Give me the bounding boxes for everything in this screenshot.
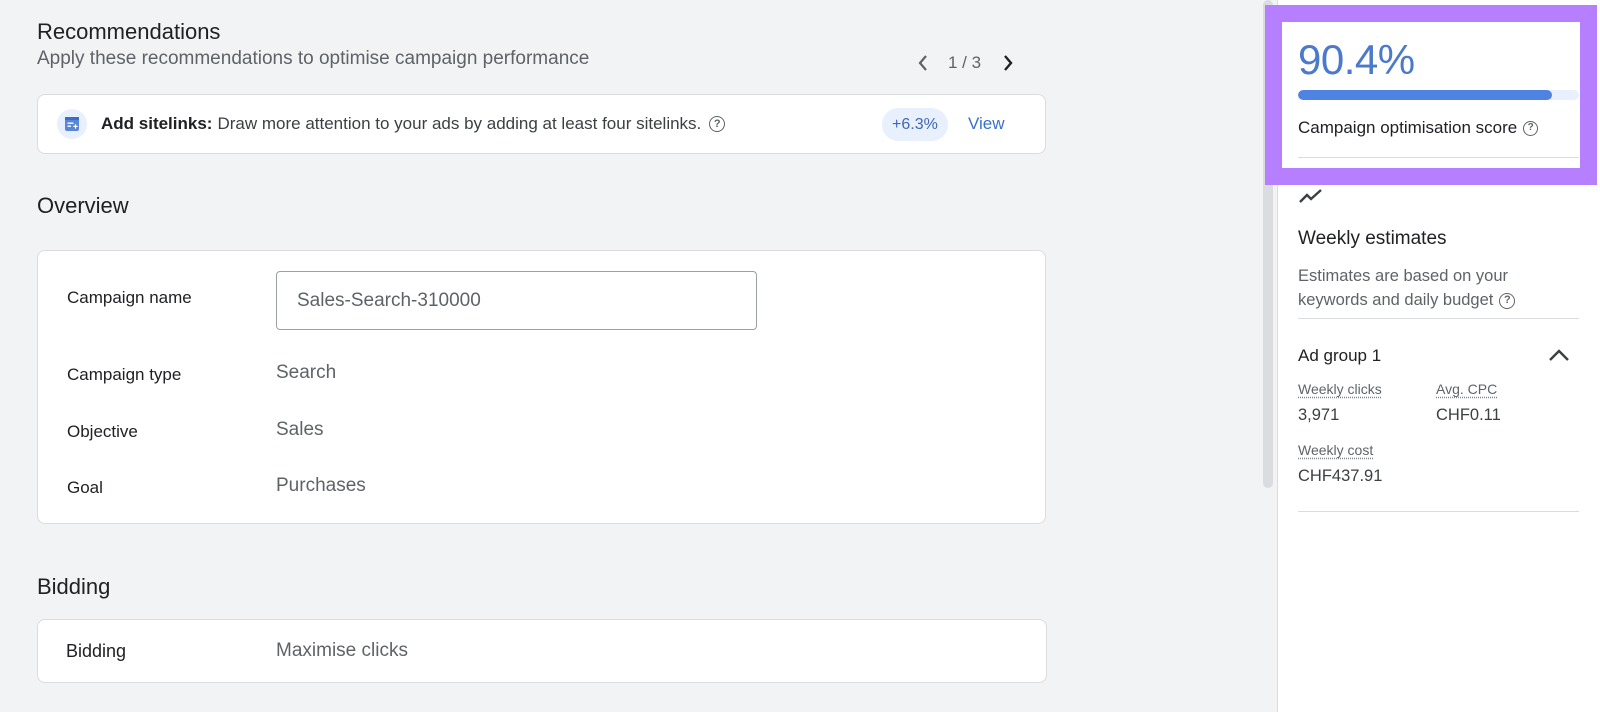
- help-icon[interactable]: ?: [1523, 120, 1539, 136]
- goal-value: Purchases: [276, 475, 366, 496]
- divider: [1298, 318, 1579, 319]
- chevron-right-icon: [1004, 55, 1013, 71]
- ad-group-name: Ad group 1: [1298, 346, 1382, 365]
- campaign-type-label: Campaign type: [67, 365, 182, 384]
- weekly-cost-label[interactable]: Weekly cost: [1298, 442, 1373, 458]
- avg-cpc-label[interactable]: Avg. CPC: [1436, 381, 1497, 397]
- overview-title: Overview: [37, 193, 129, 218]
- side-panel: 90.4% Campaign optimisation score ? Week…: [1277, 0, 1600, 712]
- main-content: Recommendations Apply these recommendati…: [0, 0, 1262, 712]
- trending-icon: [1299, 189, 1322, 203]
- uplift-badge: +6.3%: [882, 108, 948, 141]
- bidding-title: Bidding: [37, 574, 111, 599]
- weekly-estimates-description-text: Estimates are based on your keywords and…: [1298, 267, 1509, 309]
- overview-card: Campaign name Campaign type Search Objec…: [37, 250, 1046, 524]
- optimisation-score-value: 90.4%: [1298, 36, 1415, 83]
- divider: [1298, 511, 1579, 512]
- recommendations-title: Recommendations: [37, 19, 221, 44]
- sitelinks-add-icon: [57, 109, 87, 139]
- chevron-up-icon: [1549, 349, 1569, 361]
- objective-label: Objective: [67, 422, 138, 441]
- view-recommendation-button[interactable]: View: [968, 114, 1005, 134]
- recommendation-text: Add sitelinks: Draw more attention to yo…: [101, 114, 726, 134]
- optimisation-score-fill: [1298, 90, 1553, 100]
- recommendation-description: Draw more attention to your ads by addin…: [217, 114, 702, 133]
- main-scrollbar[interactable]: [1263, 0, 1273, 488]
- collapse-ad-group-button[interactable]: [1546, 342, 1572, 368]
- campaign-type-value: Search: [276, 362, 337, 383]
- previous-page-button[interactable]: [910, 50, 936, 76]
- weekly-estimates-description: Estimates are based on your keywords and…: [1298, 264, 1558, 312]
- chevron-left-icon: [918, 55, 927, 71]
- bidding-label: Bidding: [66, 641, 127, 661]
- avg-cpc-value: CHF0.11: [1436, 406, 1501, 424]
- campaign-name-label: Campaign name: [67, 288, 192, 307]
- optimisation-score-label-row: Campaign optimisation score ?: [1298, 118, 1539, 138]
- bidding-card: Bidding Maximise clicks: [37, 619, 1047, 683]
- optimisation-score-bar: [1298, 90, 1579, 100]
- help-icon[interactable]: ?: [1499, 292, 1516, 309]
- next-page-button[interactable]: [995, 50, 1021, 76]
- recommendations-subtitle: Apply these recommendations to optimise …: [37, 48, 590, 69]
- recommendation-title: Add sitelinks:: [101, 114, 213, 133]
- recommendation-card: Add sitelinks: Draw more attention to yo…: [37, 94, 1046, 154]
- weekly-clicks-value: 3,971: [1298, 406, 1340, 424]
- divider: [1298, 157, 1579, 158]
- page-indicator: 1 / 3: [948, 53, 982, 72]
- recommendations-pager: 1 / 3: [910, 50, 1021, 76]
- campaign-name-input[interactable]: [276, 271, 757, 330]
- weekly-clicks-label[interactable]: Weekly clicks: [1298, 381, 1382, 397]
- optimisation-score-label: Campaign optimisation score: [1298, 118, 1518, 137]
- help-icon[interactable]: ?: [709, 116, 726, 132]
- bidding-value: Maximise clicks: [276, 640, 408, 661]
- objective-value: Sales: [276, 419, 324, 440]
- weekly-cost-value: CHF437.91: [1298, 467, 1383, 485]
- weekly-estimates-title: Weekly estimates: [1298, 228, 1447, 249]
- goal-label: Goal: [67, 478, 103, 497]
